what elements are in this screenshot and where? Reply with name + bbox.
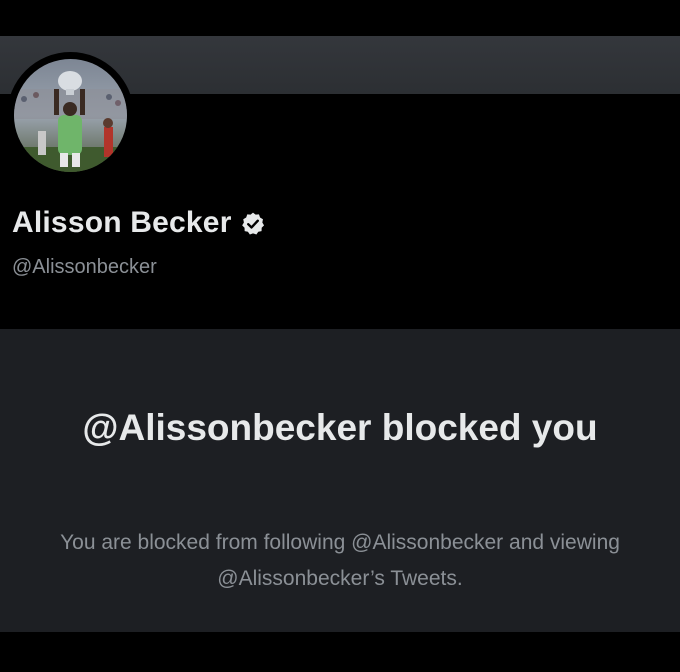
verified-badge-icon: [240, 211, 266, 237]
bottom-bar: [0, 632, 680, 672]
blocked-title: @Alissonbecker blocked you: [82, 407, 598, 448]
avatar[interactable]: [14, 59, 127, 172]
display-name-row: Alisson Becker: [12, 203, 266, 243]
top-bar: [0, 0, 680, 36]
avatar-photo: [14, 59, 127, 172]
display-name: Alisson Becker: [12, 206, 232, 239]
profile-page: Alisson Becker @Alissonbecker @Alissonbe…: [0, 0, 680, 672]
blocked-message: You are blocked from following @Alissonb…: [60, 531, 620, 590]
username-handle: @Alissonbecker: [12, 256, 157, 278]
